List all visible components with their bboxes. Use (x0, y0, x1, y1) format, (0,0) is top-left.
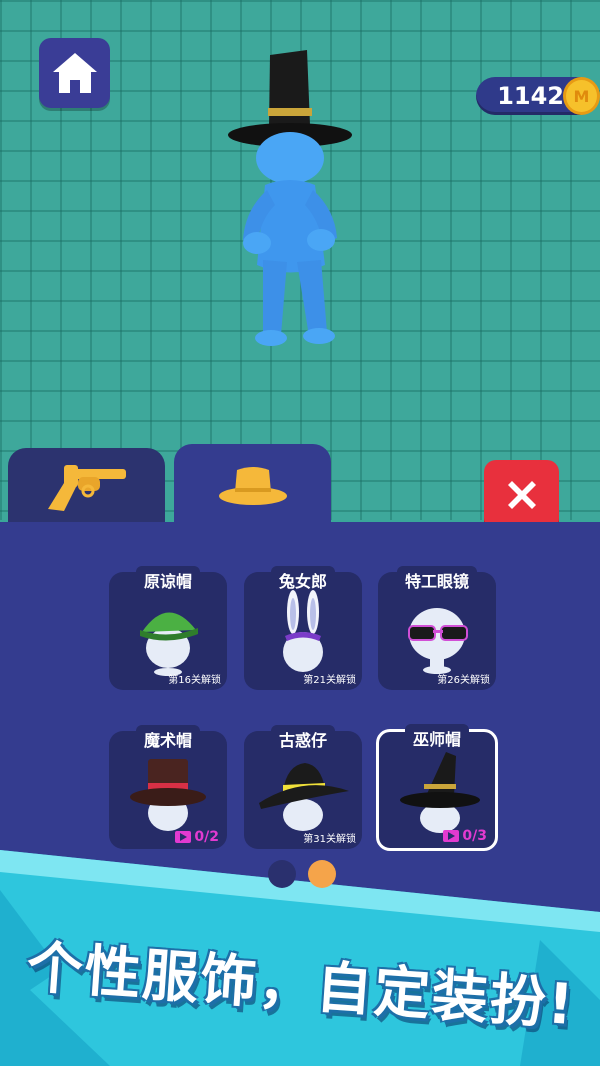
green-cap-icon (140, 612, 198, 676)
item-card-bunny-ears[interactable]: 兔女郎 第21关解锁 (244, 566, 362, 690)
page-dot-1[interactable] (268, 860, 296, 888)
item-card-agent-glasses[interactable]: 特工眼镜 第26关解锁 (378, 566, 496, 690)
revolver-icon (47, 465, 126, 511)
coin-counter: 1142 M (476, 77, 600, 115)
character-preview (228, 50, 352, 346)
coin-count: 1142 (497, 82, 564, 110)
coin-icon: M (563, 77, 600, 115)
home-icon (52, 53, 97, 93)
item-card-green-cap[interactable]: 原谅帽 第16关解锁 (109, 566, 227, 690)
agent-glasses-icon (408, 608, 468, 674)
item-lock-text: 第21关解锁 (303, 675, 356, 686)
close-icon (507, 481, 536, 509)
hat-icon (218, 467, 287, 505)
bunny-ears-icon (283, 590, 323, 672)
tab-weapons[interactable] (8, 448, 165, 528)
page-dot-2[interactable] (308, 860, 336, 888)
home-button[interactable] (39, 38, 110, 108)
tab-hats[interactable] (174, 444, 331, 528)
item-lock-text: 第16关解锁 (168, 675, 221, 686)
close-button[interactable] (484, 460, 559, 530)
item-lock-text: 第26关解锁 (437, 675, 490, 686)
